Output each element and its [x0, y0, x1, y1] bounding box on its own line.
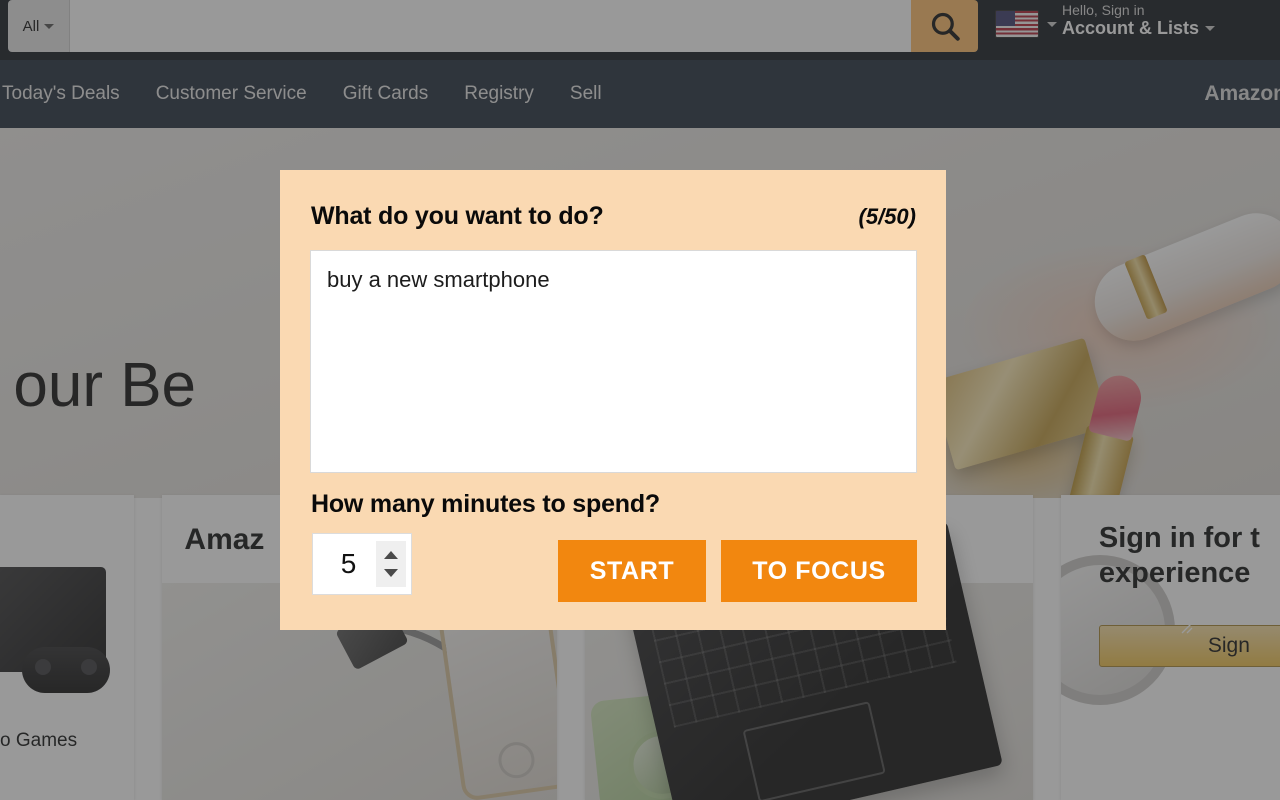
screen: All Hello, Sign in Account & L [0, 0, 1280, 800]
triangle-down-icon[interactable] [384, 569, 398, 577]
minutes-question-label: How many minutes to spend? [311, 490, 660, 518]
task-counter: (5/50) [858, 204, 916, 229]
minutes-value[interactable]: 5 [313, 548, 376, 580]
triangle-up-icon[interactable] [384, 551, 398, 559]
task-input[interactable] [310, 250, 917, 473]
dialog-header: What do you want to do? (5/50) [311, 202, 916, 231]
minutes-stepper[interactable]: 5 [312, 533, 412, 595]
stepper-arrows[interactable] [376, 541, 406, 587]
task-question-label: What do you want to do? [311, 202, 604, 230]
start-button[interactable]: START [558, 540, 706, 602]
to-focus-button[interactable]: TO FOCUS [721, 540, 917, 602]
task-prompt-dialog: What do you want to do? (5/50) How many … [280, 170, 1193, 634]
